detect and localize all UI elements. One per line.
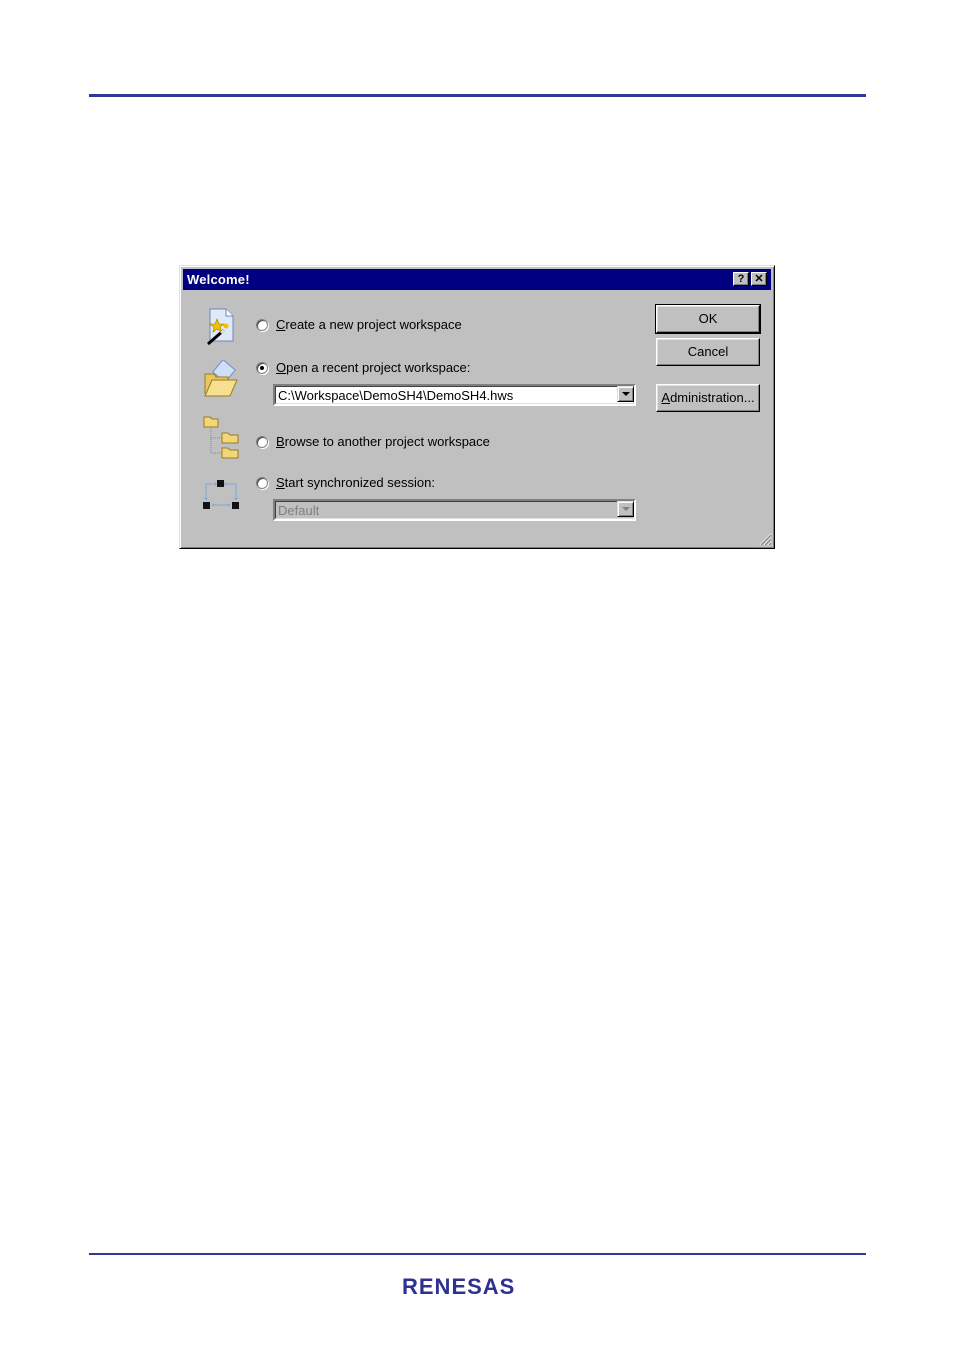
recent-workspace-value: C:\Workspace\DemoSH4\DemoSH4.hws	[278, 388, 514, 403]
dropdown-arrow-icon[interactable]	[617, 501, 634, 517]
resize-grip-icon[interactable]	[759, 533, 772, 546]
title-bar[interactable]: Welcome! ? ✕	[183, 269, 771, 290]
close-button[interactable]: ✕	[751, 272, 767, 286]
radio-open-recent[interactable]	[256, 361, 268, 374]
session-value: Default	[278, 503, 320, 518]
recent-workspace-combo[interactable]: C:\Workspace\DemoSH4\DemoSH4.hws	[273, 384, 636, 406]
help-button[interactable]: ?	[733, 272, 749, 286]
footer-rule	[89, 1253, 866, 1255]
radio-create-new[interactable]	[256, 318, 268, 331]
session-combo[interactable]: Default	[273, 499, 636, 521]
option-create-new-label: Create a new project workspace	[276, 317, 462, 332]
option-browse[interactable]: Browse to another project workspace	[256, 434, 490, 449]
folder-tree-icon	[203, 416, 239, 459]
dialog-title: Welcome!	[187, 272, 250, 287]
option-sync-session-label: Start synchronized session:	[276, 475, 435, 490]
ok-button[interactable]: OK	[655, 304, 761, 334]
new-workspace-wizard-icon	[207, 308, 234, 346]
welcome-dialog: Welcome! ? ✕ Create a new project worksp…	[179, 265, 775, 549]
renesas-logo: RENESAS	[402, 1274, 515, 1299]
header-rule	[89, 94, 866, 97]
option-open-recent[interactable]: Open a recent project workspace:	[256, 360, 470, 375]
option-open-recent-label: Open a recent project workspace:	[276, 360, 471, 375]
radio-browse[interactable]	[256, 435, 268, 448]
dropdown-arrow-icon[interactable]	[617, 386, 634, 402]
option-create-new[interactable]: Create a new project workspace	[256, 317, 462, 332]
synchronized-session-icon	[203, 480, 239, 509]
radio-sync-session[interactable]	[256, 476, 268, 489]
logo-text: RENESAS	[402, 1274, 515, 1299]
option-sync-session[interactable]: Start synchronized session:	[256, 475, 435, 490]
open-folder-icon	[204, 360, 238, 397]
cancel-button[interactable]: Cancel	[656, 338, 760, 366]
administration-button[interactable]: Administration...	[656, 384, 760, 412]
option-browse-label: Browse to another project workspace	[276, 434, 490, 449]
